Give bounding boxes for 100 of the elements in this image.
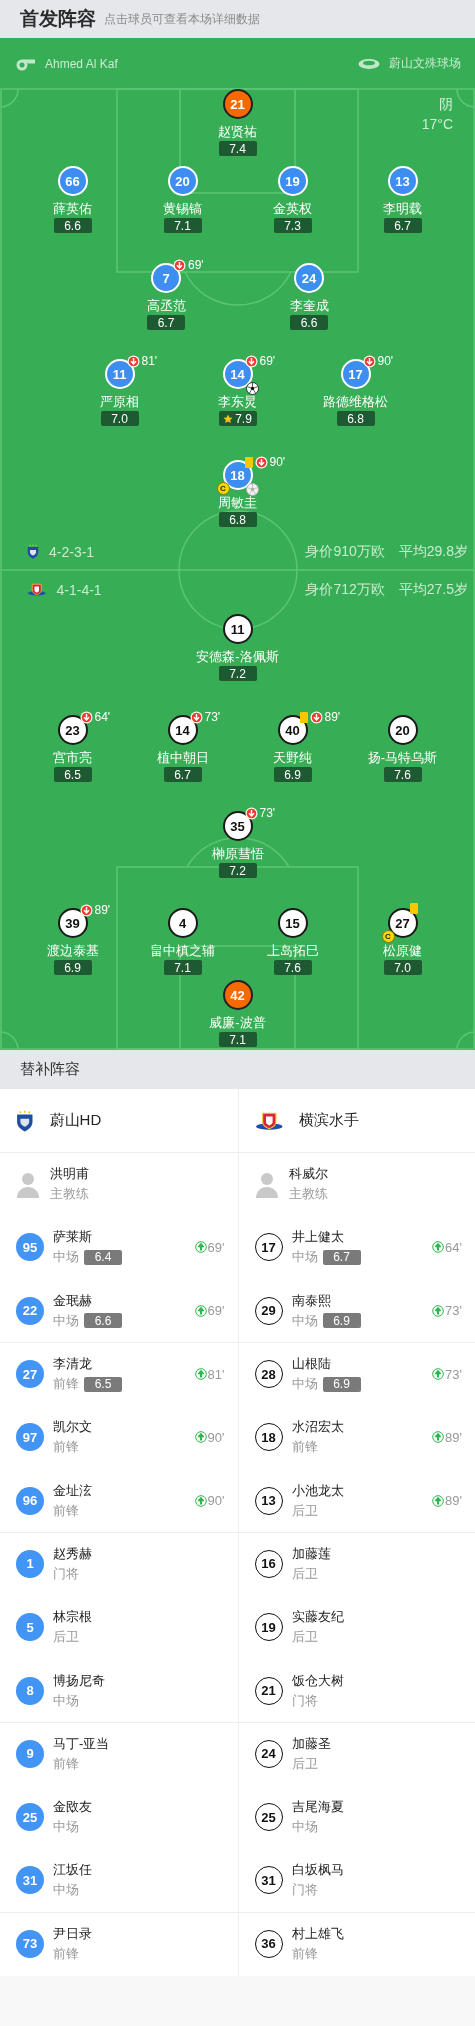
player-rating: 6.8 — [336, 411, 375, 426]
player-name: 路德维格松 — [323, 394, 388, 410]
player-name[interactable]: 凯尔文 — [53, 1418, 195, 1437]
player-jersey[interactable]: 4 — [167, 908, 198, 938]
player-name[interactable]: 江坂任 — [53, 1861, 225, 1880]
player-name: 扬-马特乌斯 — [367, 750, 438, 766]
football-icon — [245, 382, 259, 395]
corner-arc — [456, 88, 475, 108]
market-value: 身价910万欧 — [305, 542, 385, 561]
player-jersey[interactable]: 17 — [254, 1233, 283, 1262]
coach-avatar — [254, 1170, 279, 1199]
substitution-on-icon — [432, 1368, 445, 1381]
player-name: 严原相 — [100, 394, 139, 410]
substitution-minute: 69' — [259, 354, 276, 368]
player-name[interactable]: 吉尾海夏 — [291, 1798, 462, 1817]
substitution-on-icon — [194, 1494, 207, 1507]
player-position: 中场 — [53, 1818, 79, 1837]
player-position: 前锋 — [291, 1944, 318, 1963]
player-jersey[interactable]: 29 — [254, 1296, 283, 1325]
substitution-off-icon — [126, 354, 140, 368]
player-name[interactable]: 村上雄飞 — [291, 1924, 462, 1943]
player-name[interactable]: 饭仓大树 — [291, 1671, 462, 1690]
substitution-minute: 69' — [207, 1239, 225, 1255]
coach-name[interactable]: 洪明甫 — [50, 1165, 225, 1184]
player-position: 前锋 — [53, 1754, 79, 1773]
player-rating: 6.5 — [53, 767, 92, 782]
player-name: 安德森-洛佩斯 — [196, 649, 279, 665]
football-icon — [245, 483, 259, 496]
player-jersey[interactable]: 16 — [254, 1549, 283, 1578]
referee-name: Ahmed Al Kaf — [45, 56, 118, 71]
player-rating: 7.9 — [218, 411, 257, 426]
player-name[interactable]: 萨莱斯 — [53, 1228, 195, 1247]
player-name: 黄锡镐 — [163, 201, 202, 217]
player-name[interactable]: 山根陆 — [291, 1355, 433, 1374]
player-rating: 6.9 — [322, 1376, 361, 1392]
player-name[interactable]: 金敃友 — [53, 1798, 225, 1817]
player-jersey[interactable]: 15 — [277, 908, 308, 938]
player-position: 后卫 — [291, 1564, 318, 1583]
substitution-minute: 73' — [445, 1303, 462, 1319]
player-jersey[interactable]: 35 — [222, 811, 253, 841]
captain-badge: C — [381, 930, 395, 943]
player-jersey[interactable]: 23 — [57, 715, 88, 745]
player-jersey[interactable]: 19 — [254, 1613, 283, 1642]
player-name[interactable]: 白坂枫马 — [291, 1861, 462, 1880]
player-jersey[interactable]: 40 — [277, 715, 308, 745]
player-name[interactable]: 南泰熙 — [291, 1291, 433, 1310]
coach-role: 主教练 — [50, 1185, 89, 1204]
player-name[interactable]: 博扬尼奇 — [53, 1671, 225, 1690]
player-position: 中场 — [291, 1375, 318, 1394]
player-rating: 6.5 — [84, 1376, 122, 1392]
player-jersey[interactable]: 28 — [254, 1360, 283, 1389]
player-name: 威廉-波普 — [209, 1015, 266, 1031]
player-rating: 6.7 — [147, 315, 185, 330]
player-jersey[interactable]: 11 — [222, 614, 253, 644]
player-rating: 6.9 — [322, 1313, 361, 1329]
player-name[interactable]: 金珉赫 — [53, 1291, 195, 1310]
player-jersey[interactable]: 20 — [387, 715, 418, 745]
player-jersey[interactable]: 13 — [254, 1486, 283, 1515]
player-rating: 7.0 — [383, 960, 422, 975]
player-position: 后卫 — [291, 1754, 318, 1773]
player-name[interactable]: 金址泫 — [53, 1481, 195, 1500]
player-name[interactable]: 李清龙 — [53, 1355, 195, 1374]
substitution-on-icon — [194, 1431, 207, 1444]
player-name[interactable]: 林宗根 — [53, 1608, 225, 1627]
player-jersey[interactable]: 21 — [254, 1676, 283, 1705]
star-icon — [223, 413, 234, 424]
substitution-minute: 89' — [324, 710, 341, 724]
substitution-minute: 89' — [94, 903, 111, 917]
player-jersey[interactable]: 18 — [254, 1423, 283, 1452]
shield-icon — [16, 1109, 34, 1132]
substitution-minute: 81' — [207, 1366, 225, 1382]
player-position: 中场 — [53, 1248, 79, 1267]
player-name[interactable]: 加藤莲 — [291, 1544, 462, 1563]
substitution-off-icon — [189, 710, 203, 724]
player-name[interactable]: 尹日录 — [53, 1924, 225, 1943]
player-name[interactable]: 马丁-亚当 — [53, 1734, 225, 1753]
player-jersey[interactable]: 24 — [254, 1739, 283, 1768]
player-rating: 6.4 — [84, 1249, 122, 1265]
substitution-off-icon — [362, 354, 376, 368]
player-name: 金英权 — [273, 201, 312, 217]
player-jersey[interactable]: 31 — [254, 1866, 283, 1895]
player-jersey[interactable]: 39 — [57, 908, 88, 938]
coach-name[interactable]: 科威尔 — [288, 1165, 462, 1184]
player-position: 门将 — [291, 1691, 318, 1710]
player-jersey[interactable]: 36 — [254, 1929, 283, 1958]
crest-icon — [27, 582, 47, 597]
player-name[interactable]: 赵秀赫 — [53, 1544, 225, 1563]
coach-avatar — [16, 1170, 40, 1199]
substitution-on-icon — [194, 1304, 207, 1317]
player-name[interactable]: 水沼宏太 — [291, 1418, 433, 1437]
player-name[interactable]: 小池龙太 — [291, 1481, 433, 1500]
coach-role: 主教练 — [288, 1185, 328, 1204]
player-name[interactable]: 加藤圣 — [291, 1734, 462, 1753]
team-name: 蔚山HD — [49, 1111, 102, 1130]
player-jersey[interactable]: 14 — [167, 715, 198, 745]
player-jersey[interactable]: 25 — [254, 1803, 283, 1832]
player-name: 植中朝日 — [156, 750, 209, 766]
player-name: 高丞范 — [146, 298, 186, 314]
player-name[interactable]: 井上健太 — [291, 1228, 433, 1247]
player-name[interactable]: 实藤友纪 — [291, 1608, 462, 1627]
